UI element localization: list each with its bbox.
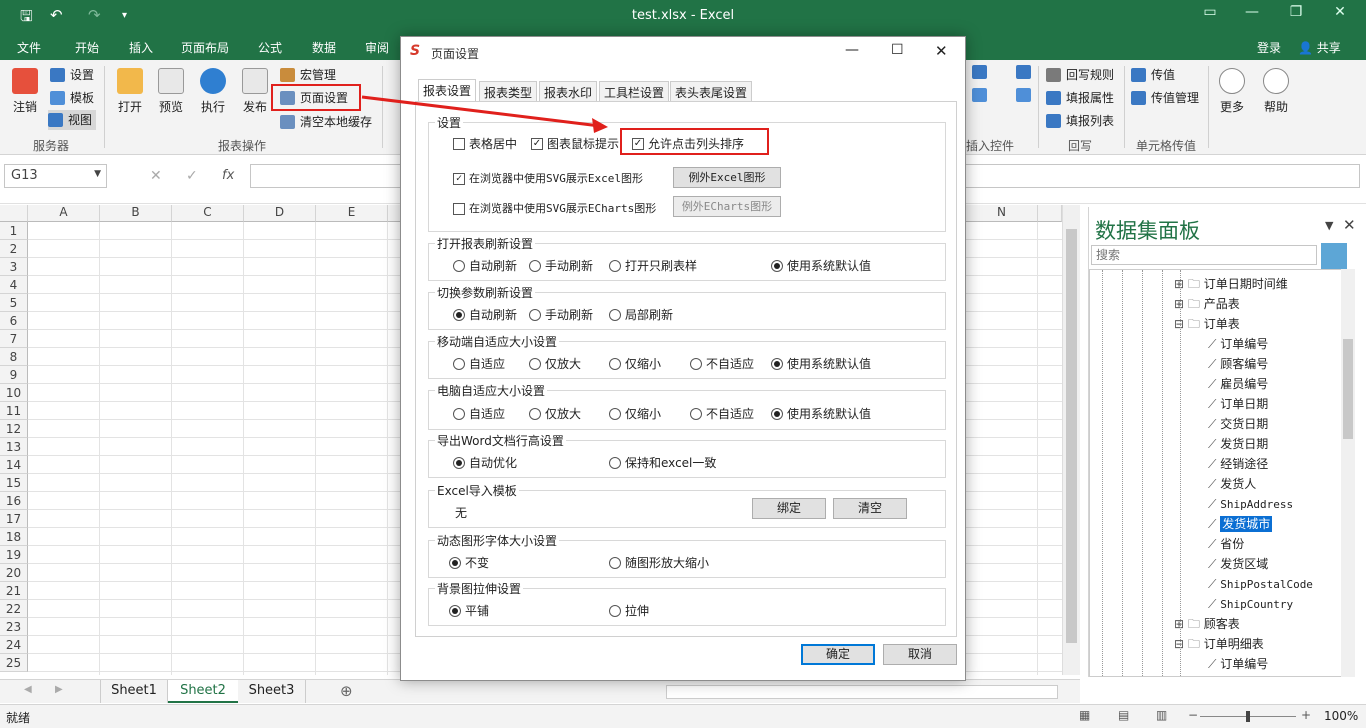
tab-report-settings[interactable]: 报表设置 bbox=[418, 79, 477, 101]
annotation-arrow bbox=[361, 95, 608, 133]
